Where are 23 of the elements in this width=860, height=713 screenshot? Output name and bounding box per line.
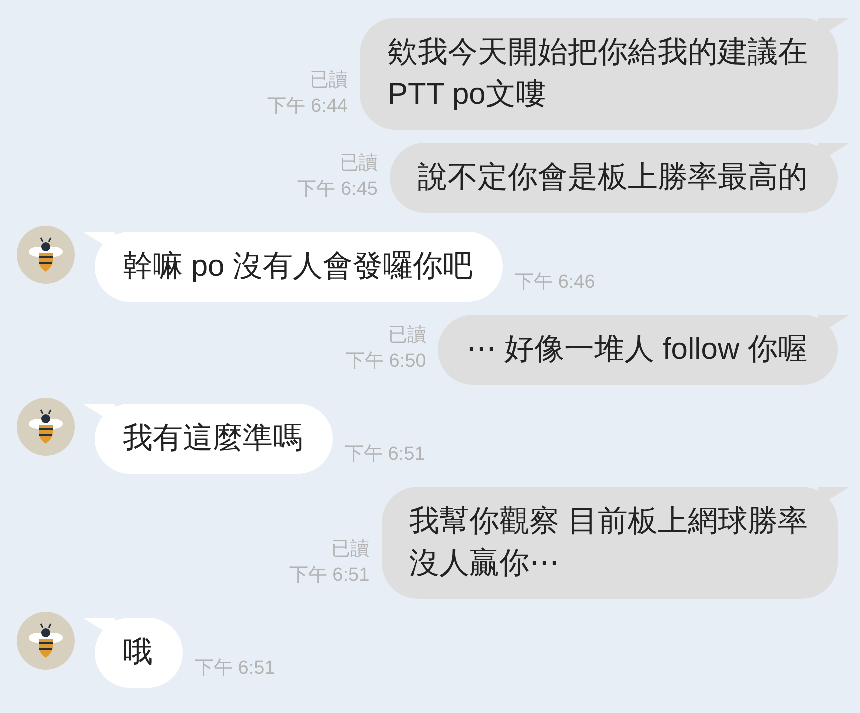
read-receipt: 已讀 [340, 152, 378, 176]
message-time: 下午 6:45 [298, 178, 378, 202]
message-time: 下午 6:46 [515, 271, 596, 295]
message-text: PTT po文嘍 [388, 77, 547, 113]
message-time: 下午 6:51 [195, 657, 276, 681]
message-text: ⋯ 好像一堆人 follow 你喔 [466, 332, 808, 368]
message-time: 下午 6:51 [345, 443, 426, 467]
message-text: 說不定你會是板上勝率最高的 [418, 160, 808, 196]
message-time: 下午 6:50 [346, 350, 426, 374]
message-text: 欸我今天開始把你給我的建議在 [388, 35, 808, 71]
message-time: 下午 6:44 [268, 95, 348, 119]
read-receipt: 已讀 [388, 324, 426, 348]
bee-avatar[interactable] [17, 226, 75, 284]
message-text: 我有這麼準嗎 [123, 421, 303, 457]
bee-avatar[interactable] [17, 612, 75, 670]
read-receipt: 已讀 [310, 69, 348, 93]
message-time: 下午 6:51 [289, 564, 370, 588]
bee-avatar[interactable] [17, 398, 75, 456]
message-text: 幹嘛 po 沒有人會發囉你吧 [123, 249, 474, 285]
message-text: 哦 [123, 635, 153, 671]
message-text: 我幫你觀察 目前板上網球勝率 [410, 504, 808, 540]
message-text: 沒人贏你⋯ [410, 546, 561, 582]
read-receipt: 已讀 [332, 538, 370, 562]
